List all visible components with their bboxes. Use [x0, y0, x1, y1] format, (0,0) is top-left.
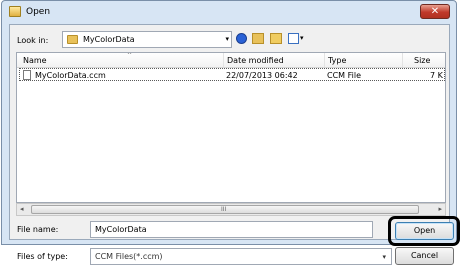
- folder-icon: [67, 35, 78, 44]
- file-date-modified: 22/07/2013 06:42: [226, 71, 298, 80]
- look-in-dropdown[interactable]: MyColorData ▾: [62, 31, 232, 48]
- file-name-label: File name:: [17, 225, 59, 234]
- column-header-type[interactable]: Type: [328, 56, 346, 65]
- dialog-title: Open: [26, 7, 51, 17]
- column-divider[interactable]: [324, 53, 325, 67]
- column-header-name[interactable]: Name: [23, 56, 47, 65]
- up-folder-icon[interactable]: [252, 33, 264, 44]
- grip-icon: III: [221, 206, 227, 213]
- file-icon: [23, 70, 31, 80]
- file-type: CCM File: [327, 71, 362, 80]
- scroll-right-icon[interactable]: ▸: [438, 205, 442, 213]
- scrollbar-thumb[interactable]: III: [31, 205, 419, 214]
- sort-ascending-icon: ^: [127, 52, 133, 59]
- list-header: Name ^ Date modified Type Size: [17, 53, 445, 68]
- scroll-left-icon[interactable]: ◂: [20, 205, 24, 213]
- column-divider[interactable]: [223, 53, 224, 67]
- file-type-label: Files of type:: [17, 252, 68, 261]
- open-dialog: Open ✕ Look in: MyColorData ▾ ▾ Name ^ D…: [1, 0, 460, 265]
- file-list[interactable]: Name ^ Date modified Type Size MyColorDa…: [16, 52, 446, 203]
- cancel-button[interactable]: Cancel: [395, 247, 454, 265]
- file-size: 7 K: [430, 71, 443, 80]
- file-type-value: CCM Files(*.ccm): [95, 252, 163, 261]
- back-icon[interactable]: [236, 33, 247, 44]
- app-icon: [9, 6, 21, 17]
- chevron-down-icon: ▾: [382, 253, 386, 261]
- column-header-size[interactable]: Size: [414, 56, 430, 65]
- file-type-dropdown[interactable]: CCM Files(*.ccm) ▾: [90, 248, 392, 265]
- column-divider[interactable]: [402, 53, 403, 67]
- chevron-down-icon: ▾: [225, 35, 229, 43]
- view-menu-icon[interactable]: [288, 33, 299, 44]
- view-menu-chevron-icon[interactable]: ▾: [300, 34, 304, 42]
- list-item[interactable]: MyColorData.ccm 22/07/2013 06:42 CCM Fil…: [19, 68, 445, 81]
- title-bar: Open ✕: [2, 1, 456, 23]
- file-name: MyColorData.ccm: [35, 71, 106, 80]
- close-button[interactable]: ✕: [420, 4, 450, 19]
- horizontal-scrollbar[interactable]: ◂ III ▸: [16, 203, 446, 216]
- file-name-field[interactable]: MyColorData: [90, 221, 373, 238]
- look-in-label: Look in:: [17, 36, 49, 45]
- look-in-value: MyColorData: [83, 35, 135, 44]
- open-button-highlight: [388, 216, 460, 246]
- new-folder-icon[interactable]: [270, 33, 282, 44]
- column-header-date-modified[interactable]: Date modified: [227, 56, 284, 65]
- dialog-body: Look in: MyColorData ▾ ▾ Name ^ Date mod…: [9, 24, 460, 265]
